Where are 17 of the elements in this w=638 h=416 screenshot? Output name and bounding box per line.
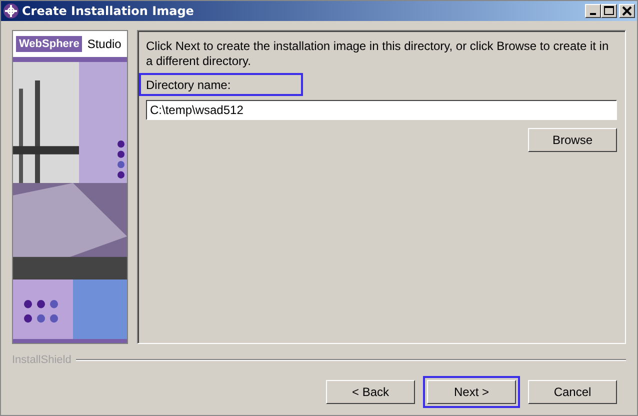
directory-field[interactable]: C:\temp\wsad512	[146, 100, 617, 120]
logo-brand: WebSphere	[16, 36, 82, 52]
maximize-icon	[604, 6, 614, 16]
dialog-button[interactable]: < Back	[326, 380, 415, 404]
maximize-button[interactable]	[601, 4, 617, 18]
minimize-icon	[590, 13, 596, 15]
close-icon	[622, 6, 632, 16]
browse-button[interactable]: Browse	[528, 128, 617, 152]
window-title: Create Installation Image	[22, 4, 195, 18]
dialog-button[interactable]: Next >	[427, 380, 516, 404]
close-button[interactable]	[619, 4, 635, 18]
dialog-button[interactable]: Cancel	[528, 380, 617, 404]
logo-product: Studio	[87, 37, 122, 51]
instructions-text: Click Next to create the installation image in this directory, or click Browse to create it in a different directory.	[146, 39, 610, 69]
app-icon	[3, 3, 19, 19]
field-label: Directory name:	[146, 78, 231, 92]
minimize-button[interactable]	[585, 4, 601, 18]
